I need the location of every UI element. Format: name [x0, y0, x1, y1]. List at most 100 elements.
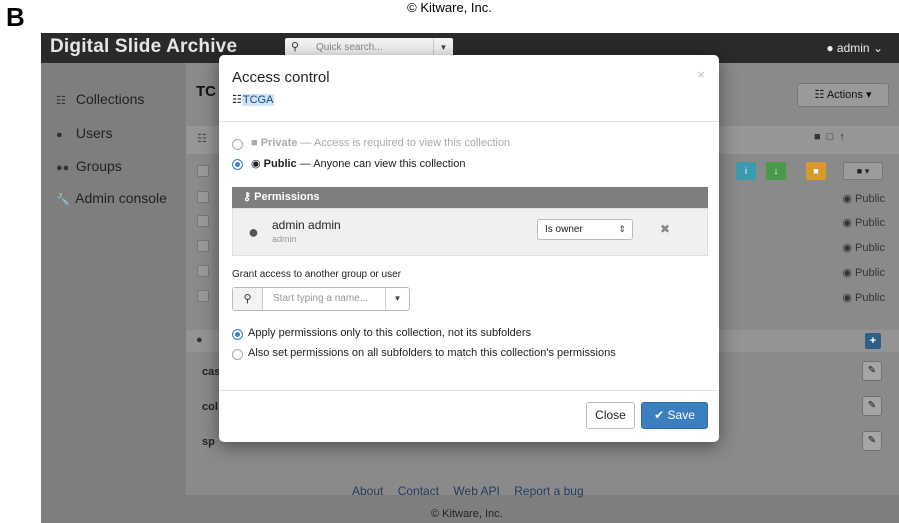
edit-metadata-button[interactable]: ✎ [862, 431, 882, 451]
row-checkbox[interactable] [197, 165, 209, 177]
public-status: ◉ Public [842, 217, 885, 229]
download-icon: ↓ [773, 166, 779, 176]
footer-link-web-api[interactable]: Web API [453, 484, 499, 498]
upload-icon: ↑ [839, 131, 851, 143]
public-status: ◉ Public [842, 242, 885, 254]
caret-down-icon: ▾ [865, 89, 872, 101]
sidebar: ☷ Collections ● Users ●● Groups 🔧 Admin … [41, 63, 186, 523]
footer-links: About Contact Web API Report a bug [352, 484, 595, 498]
pencil-icon: ✎ [867, 435, 877, 446]
apply-all-option[interactable]: Also set permissions on all subfolders t… [248, 347, 616, 359]
sidebar-item-label: Groups [75, 158, 122, 174]
public-option[interactable]: ◉ Public — Anyone can view this collecti… [251, 157, 465, 170]
sitemap-icon: ☷ [56, 95, 66, 107]
footer-link-report-bug[interactable]: Report a bug [514, 484, 583, 498]
public-description: — Anyone can view this collection [296, 158, 466, 170]
permission-level: Is owner [545, 224, 583, 235]
folder-icon: ■ ▾ [856, 166, 870, 176]
permission-row: ● admin admin admin Is owner ⇕ ✖ [232, 208, 708, 256]
info-icon: i [745, 166, 747, 176]
row-checkbox[interactable] [197, 215, 209, 227]
permissions-header: ⚷ Permissions [232, 187, 708, 208]
public-status: ◉ Public [842, 267, 885, 279]
info-button[interactable]: i [736, 162, 756, 180]
public-status: ◉ Public [842, 193, 885, 205]
sitemap-icon: ☷ [197, 133, 207, 145]
permission-user-login: admin [272, 234, 297, 244]
actions-button[interactable]: ☷ Actions ▾ [797, 83, 889, 107]
add-metadata-button[interactable]: + [865, 333, 881, 349]
lock-icon: ■ [251, 137, 258, 149]
key-icon: ⚷ [243, 191, 252, 203]
permissions-title: Permissions [254, 191, 320, 203]
close-button[interactable]: Close [586, 402, 635, 429]
chevron-down-icon: ⌄ [872, 41, 883, 55]
save-button[interactable]: ✔ Save [641, 402, 708, 429]
check-icon: ✔ [654, 408, 665, 422]
updown-icon: ⇕ [618, 224, 626, 234]
wrench-icon: 🔧 [56, 194, 70, 206]
user-icon: ● [826, 41, 834, 55]
row-checkbox[interactable] [197, 265, 209, 277]
private-option[interactable]: ■ Private — Access is required to view t… [251, 137, 510, 149]
folder-actions-dropdown[interactable]: ■ ▾ [843, 162, 883, 180]
grant-access-search[interactable]: ⚲ Start typing a name... ▼ [232, 287, 410, 311]
search-icon: ⚲ [291, 41, 300, 53]
sitemap-icon: ☷ [232, 94, 242, 106]
user-icon: ● [56, 129, 63, 141]
download-button[interactable]: ↓ [766, 162, 786, 180]
sidebar-item-collections[interactable]: ☷ Collections [56, 91, 144, 107]
lock-icon: ■ [813, 166, 819, 176]
edit-metadata-button[interactable]: ✎ [862, 361, 882, 381]
user-menu[interactable]: ● admin ⌄ [826, 41, 883, 55]
footer-link-about[interactable]: About [352, 484, 383, 498]
grant-access-label: Grant access to another group or user [232, 269, 401, 280]
footer-link-contact[interactable]: Contact [398, 484, 439, 498]
apply-only-option[interactable]: Apply permissions only to this collectio… [248, 327, 531, 339]
globe-icon: ◉ [842, 193, 852, 205]
lock-button[interactable]: ■ [806, 162, 826, 180]
apply-all-radio[interactable] [232, 349, 243, 360]
figure: B © Kitware, Inc. Digital Slide Archive … [0, 0, 899, 523]
remove-permission-icon[interactable]: ✖ [660, 222, 670, 236]
tags-icon: ● [196, 334, 203, 346]
modal-subtitle: ☷TCGA [232, 93, 275, 106]
sitemap-icon: ☷ [814, 89, 825, 101]
panel-icons: ■□↑ [814, 131, 851, 143]
users-icon: ●● [56, 162, 70, 174]
modal-title: Access control [232, 69, 330, 86]
globe-icon: ◉ [842, 217, 852, 229]
sidebar-item-label: Users [75, 125, 113, 141]
public-status: ◉ Public [842, 292, 885, 304]
row-checkbox[interactable] [197, 240, 209, 252]
grant-access-input[interactable]: Start typing a name... [273, 293, 368, 304]
brand-title[interactable]: Digital Slide Archive [50, 36, 237, 58]
metadata-key: cas [202, 366, 221, 378]
top-credit: © Kitware, Inc. [407, 0, 492, 15]
apply-only-radio[interactable] [232, 329, 243, 340]
file-icon: □ [826, 131, 840, 143]
search-placeholder: Quick search... [316, 42, 383, 53]
row-checkbox[interactable] [197, 290, 209, 302]
page-title: TC [196, 83, 216, 100]
access-control-modal: Access control ☷TCGA × ■ Private — Acces… [219, 55, 719, 442]
sidebar-item-label: Collections [75, 91, 145, 107]
permission-level-select[interactable]: Is owner ⇕ [537, 219, 633, 240]
chevron-down-icon[interactable]: ▼ [385, 288, 409, 310]
row-checkbox[interactable] [197, 191, 209, 203]
private-radio[interactable] [232, 139, 243, 150]
globe-icon: ◉ [842, 242, 852, 254]
actions-label: Actions [826, 89, 863, 101]
sidebar-item-admin-console[interactable]: 🔧 Admin console [56, 190, 167, 206]
private-label: Private [260, 137, 298, 149]
public-radio[interactable] [232, 159, 243, 170]
metadata-key: col [202, 401, 218, 413]
sidebar-item-groups[interactable]: ●● Groups [56, 158, 122, 174]
close-icon[interactable]: × [697, 67, 705, 82]
search-icon: ⚲ [233, 288, 263, 310]
save-label: Save [667, 408, 695, 422]
edit-metadata-button[interactable]: ✎ [862, 396, 882, 416]
pencil-icon: ✎ [867, 400, 877, 411]
sidebar-item-users[interactable]: ● Users [56, 125, 112, 141]
globe-icon: ◉ [842, 267, 852, 279]
